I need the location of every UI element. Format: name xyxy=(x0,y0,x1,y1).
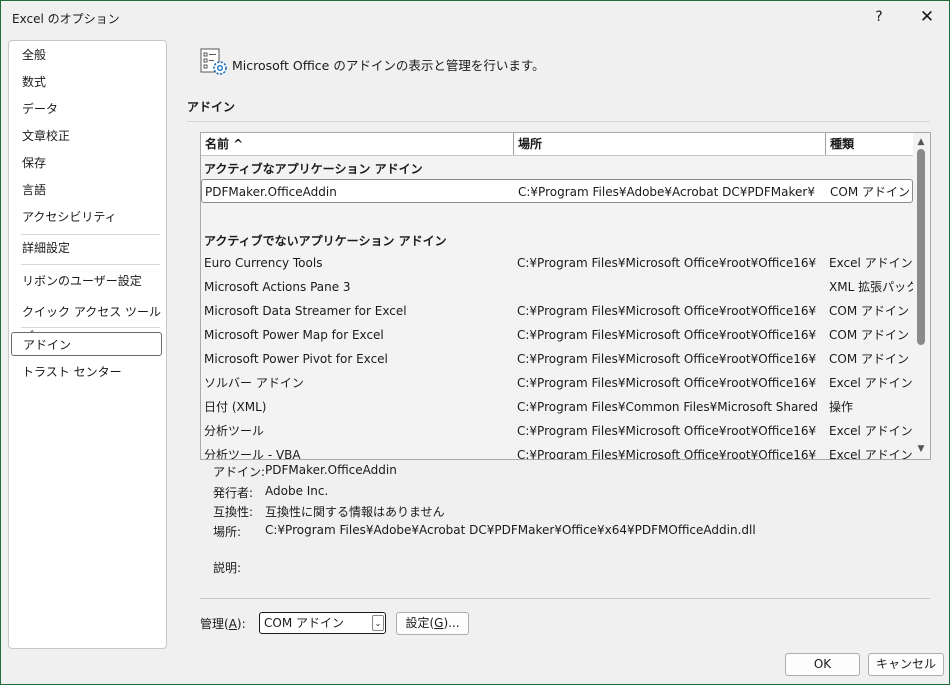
cell-location: C:¥Program Files¥Microsoft Office¥root¥O… xyxy=(517,328,817,342)
cell-type: COM アドイン xyxy=(829,352,909,366)
close-button[interactable]: ✕ xyxy=(911,5,943,29)
nav-item-proofing[interactable]: 文章校正 xyxy=(11,124,162,148)
cell-location: C:¥Program Files¥Microsoft Office¥root¥O… xyxy=(517,352,817,366)
nav-divider xyxy=(21,327,160,328)
detail-description-label: 説明: xyxy=(213,561,242,575)
detail-location-label: 場所: xyxy=(213,525,242,539)
scroll-up-arrow-icon[interactable]: ▲ xyxy=(915,136,927,148)
nav-item-language[interactable]: 言語 xyxy=(11,178,162,202)
cell-location: C:¥Program Files¥Adobe¥Acrobat DC¥PDFMak… xyxy=(518,185,815,199)
cell-location: C:¥Program Files¥Microsoft Office¥root¥O… xyxy=(517,304,817,318)
scroll-down-arrow-icon[interactable]: ▼ xyxy=(915,443,927,455)
cell-type: COM アドイン xyxy=(830,185,910,199)
table-row[interactable]: 日付 (XML) C:¥Program Files¥Common Files¥Mi… xyxy=(201,395,913,419)
nav-divider xyxy=(21,234,160,235)
cell-location: C:¥Program Files¥Microsoft Office¥root¥O… xyxy=(517,376,817,390)
cell-name: Microsoft Actions Pane 3 xyxy=(204,280,351,294)
cell-type: Excel アドイン xyxy=(829,448,913,460)
detail-addin-label: アドイン: xyxy=(213,465,266,479)
settings-button[interactable]: 設定(G)... xyxy=(396,612,469,635)
column-header-type[interactable]: 種類 xyxy=(826,133,913,155)
nav-item-save[interactable]: 保存 xyxy=(11,151,162,175)
cell-name: アクティブでないアプリケーション アドイン xyxy=(204,234,447,248)
column-headers: 名前 ^ 場所 種類 xyxy=(201,133,913,156)
cell-name: PDFMaker.OfficeAddin xyxy=(205,185,337,199)
category-sidebar: 全般 数式 データ 文章校正 保存 言語 アクセシビリティ 詳細設定 リボンのユ… xyxy=(8,40,167,649)
nav-item-formulas[interactable]: 数式 xyxy=(11,70,162,94)
column-header-name[interactable]: 名前 ^ xyxy=(201,133,514,155)
column-header-location[interactable]: 場所 xyxy=(514,133,826,155)
cell-type: Excel アドイン xyxy=(829,256,913,270)
addins-list[interactable]: 名前 ^ 場所 種類 アクティブなアプリケーション アドイン PDFMaker.O… xyxy=(200,132,931,460)
section-divider xyxy=(187,121,930,122)
chevron-down-icon[interactable]: ⌄ xyxy=(372,615,384,631)
bottom-divider xyxy=(200,598,930,599)
table-row[interactable]: Euro Currency Tools C:¥Program Files¥Micr… xyxy=(201,251,913,275)
cell-name: アクティブなアプリケーション アドイン xyxy=(204,162,423,176)
addins-icon xyxy=(200,48,227,75)
table-row[interactable]: Microsoft Actions Pane 3 XML 拡張パック xyxy=(201,275,913,299)
cell-type: XML 拡張パック xyxy=(829,280,913,294)
cell-name: 分析ツール - VBA xyxy=(204,448,301,460)
title-bar: Excel のオプション ? ✕ xyxy=(1,1,949,33)
cell-location: C:¥Program Files¥Common Files¥Microsoft … xyxy=(517,400,817,414)
manage-dropdown[interactable]: COM アドイン ⌄ xyxy=(259,612,386,634)
detail-compat-label: 互換性: xyxy=(213,505,254,519)
nav-item-advanced[interactable]: 詳細設定 xyxy=(11,236,162,260)
group-header-row: アクティブなアプリケーション アドイン xyxy=(201,157,913,181)
table-row[interactable]: PDFMaker.OfficeAddin C:¥Program Files¥Ado… xyxy=(201,179,913,203)
cell-name: Microsoft Data Streamer for Excel xyxy=(204,304,407,318)
page-heading: Microsoft Office のアドインの表示と管理を行います。 xyxy=(232,58,545,73)
nav-divider xyxy=(21,264,160,265)
detail-publisher-label: 発行者: xyxy=(213,486,254,500)
cell-type: 操作 xyxy=(829,400,854,414)
nav-item-addins[interactable]: アドイン xyxy=(11,332,162,356)
table-row[interactable]: Microsoft Data Streamer for Excel C:¥Prog… xyxy=(201,299,913,323)
cell-name: Microsoft Power Pivot for Excel xyxy=(204,352,388,366)
manage-label: 管理(A): xyxy=(200,617,246,631)
table-row[interactable]: 分析ツール C:¥Program Files¥Microsoft Office¥r… xyxy=(201,419,913,443)
window-title: Excel のオプション xyxy=(12,12,120,26)
group-header-row: アクティブでないアプリケーション アドイン xyxy=(201,229,913,253)
cell-name: 日付 (XML) xyxy=(204,400,267,414)
nav-item-trust-center[interactable]: トラスト センター xyxy=(11,360,162,384)
detail-addin-value: PDFMaker.OfficeAddin xyxy=(265,463,397,477)
table-row[interactable]: 分析ツール - VBA C:¥Program Files¥Microsoft Of… xyxy=(201,443,913,460)
table-row[interactable]: Microsoft Power Map for Excel C:¥Program … xyxy=(201,323,913,347)
table-row[interactable]: Microsoft Power Pivot for Excel C:¥Progra… xyxy=(201,347,913,371)
cell-location: C:¥Program Files¥Microsoft Office¥root¥O… xyxy=(517,424,817,438)
cell-type: COM アドイン xyxy=(829,304,909,318)
cell-name: 分析ツール xyxy=(204,424,265,438)
nav-item-accessibility[interactable]: アクセシビリティ xyxy=(11,205,162,229)
cell-name: Euro Currency Tools xyxy=(204,256,323,270)
section-title: アドイン xyxy=(187,100,236,114)
cell-name: ソルバー アドイン xyxy=(204,376,304,390)
cell-type: Excel アドイン xyxy=(829,424,913,438)
scroll-thumb[interactable] xyxy=(917,149,925,345)
cell-type: Excel アドイン xyxy=(829,376,913,390)
cell-name: Microsoft Power Map for Excel xyxy=(204,328,384,342)
vertical-scrollbar[interactable]: ▲ ▼ xyxy=(913,133,929,459)
nav-item-data[interactable]: データ xyxy=(11,97,162,121)
options-dialog: Excel のオプション ? ✕ 全般 数式 データ 文章校正 保存 言語 アク… xyxy=(0,0,950,685)
manage-dropdown-value: COM アドイン xyxy=(264,616,344,630)
nav-item-customize-ribbon[interactable]: リボンのユーザー設定 xyxy=(11,269,162,293)
nav-item-general[interactable]: 全般 xyxy=(11,43,162,67)
ok-button[interactable]: OK xyxy=(785,653,860,676)
detail-compat-value: 互換性に関する情報はありません xyxy=(265,505,445,519)
detail-location-value: C:¥Program Files¥Adobe¥Acrobat DC¥PDFMak… xyxy=(265,523,756,537)
cell-location: C:¥Program Files¥Microsoft Office¥root¥O… xyxy=(517,448,817,460)
cell-location: C:¥Program Files¥Microsoft Office¥root¥O… xyxy=(517,256,817,270)
table-row[interactable]: ソルバー アドイン C:¥Program Files¥Microsoft Offi… xyxy=(201,371,913,395)
detail-publisher-value: Adobe Inc. xyxy=(265,484,329,498)
cell-type: COM アドイン xyxy=(829,328,909,342)
help-button[interactable]: ? xyxy=(863,5,895,29)
table-row xyxy=(201,205,913,229)
nav-item-quick-access-toolbar[interactable]: クイック アクセス ツール バー xyxy=(11,300,162,343)
cancel-button[interactable]: キャンセル xyxy=(868,653,944,676)
